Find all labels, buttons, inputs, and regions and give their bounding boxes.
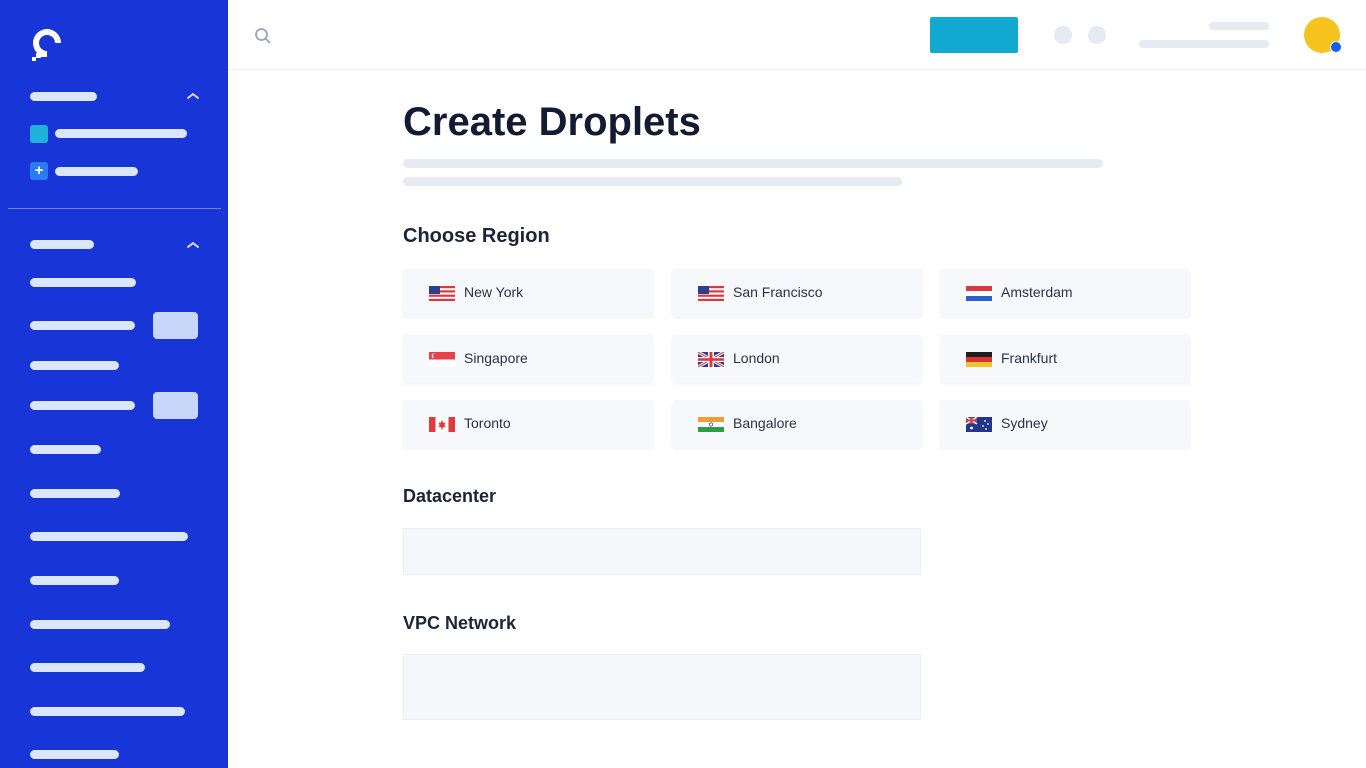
sidebar-item[interactable] xyxy=(30,532,188,541)
chevron-up-icon[interactable] xyxy=(186,91,200,101)
region-label: Singapore xyxy=(464,350,528,366)
sidebar-group-heading[interactable] xyxy=(30,92,97,101)
sidebar-item[interactable] xyxy=(30,750,119,759)
sidebar-item-project[interactable] xyxy=(55,129,187,138)
project-icon xyxy=(30,125,48,143)
us-flag-icon xyxy=(429,286,455,301)
region-label: New York xyxy=(464,284,524,300)
sidebar-badge xyxy=(153,392,198,419)
region-option-toronto[interactable]: Toronto xyxy=(403,400,653,448)
sidebar-item[interactable] xyxy=(30,401,135,410)
vpc-network-select[interactable] xyxy=(403,654,921,720)
region-option-sydney[interactable]: Sydney xyxy=(940,400,1190,448)
page-title: Create Droplets xyxy=(403,100,701,144)
sidebar-item[interactable] xyxy=(30,489,120,498)
account-name-placeholder[interactable] xyxy=(1209,22,1269,30)
vpc-section-heading: VPC Network xyxy=(403,613,517,633)
region-label: London xyxy=(733,350,780,366)
notifications-icon[interactable] xyxy=(1088,26,1106,44)
sidebar-divider xyxy=(8,208,221,209)
sidebar-item[interactable] xyxy=(30,321,135,330)
page-description-placeholder xyxy=(403,177,902,186)
region-option-bangalore[interactable]: Bangalore xyxy=(672,400,922,448)
region-option-frankfurt[interactable]: Frankfurt xyxy=(940,335,1190,383)
help-icon[interactable] xyxy=(1054,26,1072,44)
sidebar-item[interactable] xyxy=(30,576,119,585)
region-label: Sydney xyxy=(1001,415,1048,431)
region-option-san-francisco[interactable]: San Francisco xyxy=(672,269,922,317)
status-indicator xyxy=(1330,41,1342,53)
region-label: Toronto xyxy=(464,415,511,431)
sidebar-item[interactable] xyxy=(30,278,136,287)
sidebar-item[interactable] xyxy=(30,663,145,672)
region-label: Frankfurt xyxy=(1001,350,1058,366)
account-email-placeholder[interactable] xyxy=(1139,40,1269,48)
india-flag-icon xyxy=(698,417,724,432)
sidebar-item[interactable] xyxy=(30,707,185,716)
sidebar-group-heading[interactable] xyxy=(30,240,94,249)
search-icon[interactable] xyxy=(253,26,273,46)
datacenter-section-heading: Datacenter xyxy=(403,486,497,506)
sidebar-item[interactable] xyxy=(30,445,101,454)
chevron-up-icon[interactable] xyxy=(186,240,200,250)
australia-flag-icon xyxy=(966,417,992,432)
region-label: Bangalore xyxy=(733,415,797,431)
sidebar-badge xyxy=(153,312,198,339)
region-label: Amsterdam xyxy=(1001,284,1073,300)
create-button[interactable] xyxy=(930,17,1018,53)
canada-flag-icon xyxy=(429,417,455,432)
region-option-new-york[interactable]: New York xyxy=(403,269,653,317)
sidebar: + xyxy=(0,0,228,768)
netherlands-flag-icon xyxy=(966,286,992,301)
uk-flag-icon xyxy=(698,352,724,367)
region-option-singapore[interactable]: Singapore xyxy=(403,335,653,383)
germany-flag-icon xyxy=(966,352,992,367)
datacenter-select[interactable] xyxy=(403,528,921,575)
sidebar-item[interactable] xyxy=(30,361,119,370)
sidebar-item-new-project[interactable] xyxy=(55,167,138,176)
region-section-heading: Choose Region xyxy=(403,225,550,247)
avatar[interactable] xyxy=(1304,17,1342,53)
region-label: San Francisco xyxy=(733,284,823,300)
page-description-placeholder xyxy=(403,159,1103,168)
plus-icon[interactable]: + xyxy=(30,162,48,180)
singapore-flag-icon xyxy=(429,352,455,367)
sidebar-item[interactable] xyxy=(30,620,170,629)
digitalocean-logo-icon[interactable] xyxy=(28,24,66,62)
region-option-amsterdam[interactable]: Amsterdam xyxy=(940,269,1190,317)
us-flag-icon xyxy=(698,286,724,301)
region-option-london[interactable]: London xyxy=(672,335,922,383)
topbar xyxy=(228,0,1366,70)
